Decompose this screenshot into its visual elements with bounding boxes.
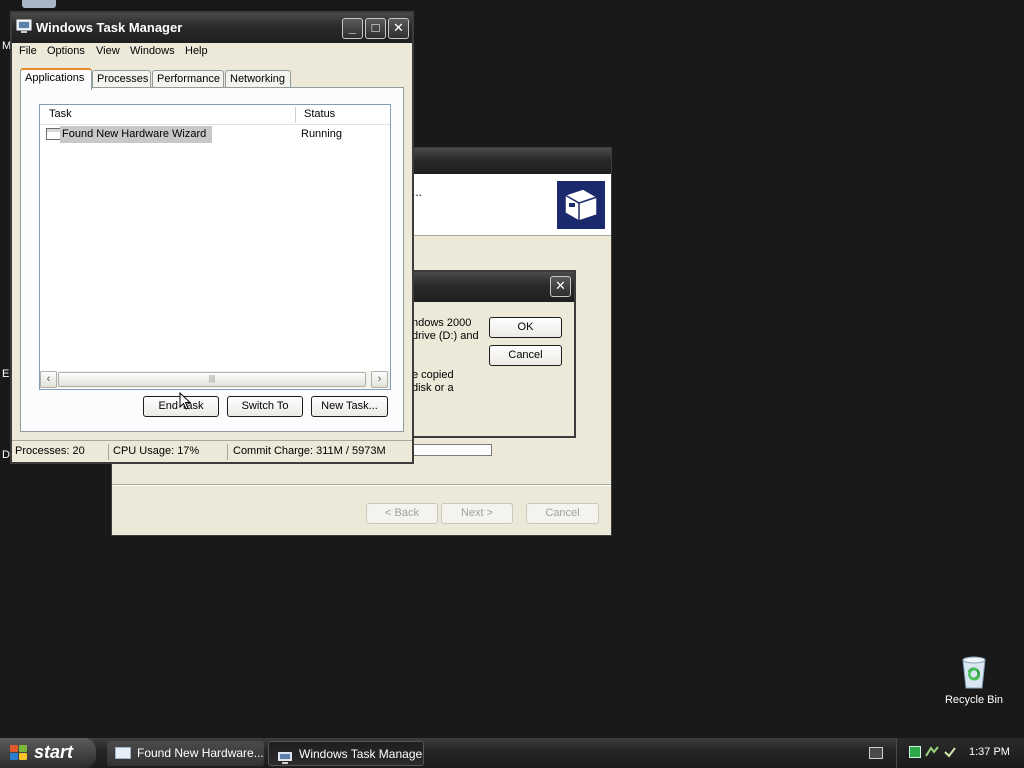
applications-panel: Task Status Found New Hardware Wizard Ru…	[20, 87, 404, 432]
mouse-cursor-icon	[179, 392, 191, 410]
dialog-message-line: e copied	[412, 369, 454, 381]
maximize-button[interactable]: □	[365, 18, 386, 39]
scrollbar-thumb[interactable]: |||	[58, 372, 366, 387]
dialog-titlebar[interactable]: ✕	[398, 272, 574, 302]
menu-windows[interactable]: Windows	[130, 45, 175, 57]
menu-file[interactable]: File	[19, 45, 37, 57]
desktop-icon-partial[interactable]	[22, 0, 56, 8]
keyboard-language-icon[interactable]	[869, 747, 883, 759]
minimize-button[interactable]: _	[342, 18, 363, 39]
window-title: Windows Task Manager	[36, 20, 183, 35]
system-tray: 1:37 PM	[896, 738, 1024, 768]
dialog-message-line: drive (D:) and	[412, 330, 479, 342]
task-list[interactable]: Task Status Found New Hardware Wizard Ru…	[39, 104, 391, 390]
taskbar-button-hardware-wizard[interactable]: Found New Hardware...	[107, 741, 264, 766]
wizard-window-icon	[115, 747, 131, 759]
dialog-close-button[interactable]: ✕	[550, 276, 571, 297]
recycle-bin-shortcut[interactable]: Recycle Bin	[940, 656, 1008, 706]
wizard-progress-bar	[412, 444, 492, 456]
insert-disk-dialog[interactable]: ✕ ndows 2000 drive (D:) and e copied dis…	[396, 270, 576, 438]
column-header-task[interactable]: Task	[49, 108, 72, 120]
processes-count: Processes: 20	[15, 445, 85, 457]
menu-bar: File Options View Windows Help	[12, 43, 412, 62]
menu-view[interactable]: View	[96, 45, 120, 57]
menu-options[interactable]: Options	[47, 45, 85, 57]
dialog-cancel-button[interactable]: Cancel	[489, 345, 562, 366]
safely-remove-hardware-icon[interactable]	[925, 746, 939, 758]
task-manager-cpu-tray-icon[interactable]	[909, 746, 921, 758]
close-icon: ✕	[555, 278, 566, 293]
new-task-button[interactable]: New Task...	[311, 396, 388, 417]
task-list-header: Task Status	[40, 105, 390, 125]
chevron-left-icon: ‹	[46, 373, 51, 385]
hardware-wizard-icon	[556, 180, 606, 230]
status-divider	[108, 444, 109, 460]
start-button[interactable]: start	[0, 738, 96, 768]
wizard-separator	[112, 484, 611, 486]
scroll-right-button[interactable]: ›	[371, 371, 388, 388]
taskbar-button-label: Found New Hardware...	[137, 746, 264, 760]
commit-charge: Commit Charge: 311M / 5973M	[233, 445, 386, 457]
menu-help[interactable]: Help	[185, 45, 208, 57]
tab-applications[interactable]: Applications	[20, 68, 92, 90]
dialog-message-line: disk or a	[412, 382, 454, 394]
cpu-usage: CPU Usage: 17%	[113, 445, 200, 457]
task-manager-app-icon	[16, 19, 32, 34]
task-manager-icon	[277, 748, 293, 764]
taskbar-button-task-manager[interactable]: Windows Task Manager	[268, 741, 424, 766]
back-button[interactable]: < Back	[366, 503, 438, 524]
desktop-icon-label-partial[interactable]: E	[2, 368, 9, 380]
desktop-icon-label-partial[interactable]: D	[2, 449, 10, 461]
column-divider[interactable]	[295, 107, 296, 123]
ok-button[interactable]: OK	[489, 317, 562, 338]
windows-logo-icon	[10, 745, 28, 761]
dialog-message-line: ndows 2000	[412, 317, 472, 329]
grip-icon: |||	[208, 374, 216, 383]
scroll-left-button[interactable]: ‹	[40, 371, 57, 388]
status-divider	[227, 444, 228, 460]
start-label: start	[34, 742, 74, 762]
application-window-icon	[46, 128, 61, 140]
minimize-icon: _	[348, 20, 357, 35]
wizard-cancel-button[interactable]: Cancel	[526, 503, 599, 524]
recycle-bin-icon	[959, 656, 989, 690]
task-manager-window[interactable]: Windows Task Manager _ □ ✕ File Options …	[10, 11, 414, 464]
chevron-right-icon: ›	[377, 373, 382, 385]
taskbar: start Found New Hardware... Windows Task…	[0, 738, 1024, 768]
horizontal-scrollbar[interactable]: ‹ ||| ›	[40, 371, 390, 388]
table-row[interactable]: Found New Hardware Wizard Running	[44, 126, 390, 144]
close-button[interactable]: ✕	[388, 18, 409, 39]
close-icon: ✕	[393, 20, 404, 35]
column-header-status[interactable]: Status	[304, 108, 335, 120]
switch-to-button[interactable]: Switch To	[227, 396, 303, 417]
task-status: Running	[301, 128, 342, 140]
task-name: Found New Hardware Wizard	[60, 126, 213, 143]
clock[interactable]: 1:37 PM	[969, 746, 1010, 758]
new-hardware-tray-icon[interactable]	[943, 746, 957, 758]
maximize-icon: □	[371, 20, 380, 35]
status-bar: Processes: 20 CPU Usage: 17% Commit Char…	[12, 440, 412, 462]
task-manager-titlebar[interactable]: Windows Task Manager _ □ ✕	[12, 13, 412, 43]
next-button[interactable]: Next >	[441, 503, 513, 524]
recycle-bin-label: Recycle Bin	[944, 694, 1004, 706]
taskbar-button-label: Windows Task Manager	[299, 747, 424, 761]
